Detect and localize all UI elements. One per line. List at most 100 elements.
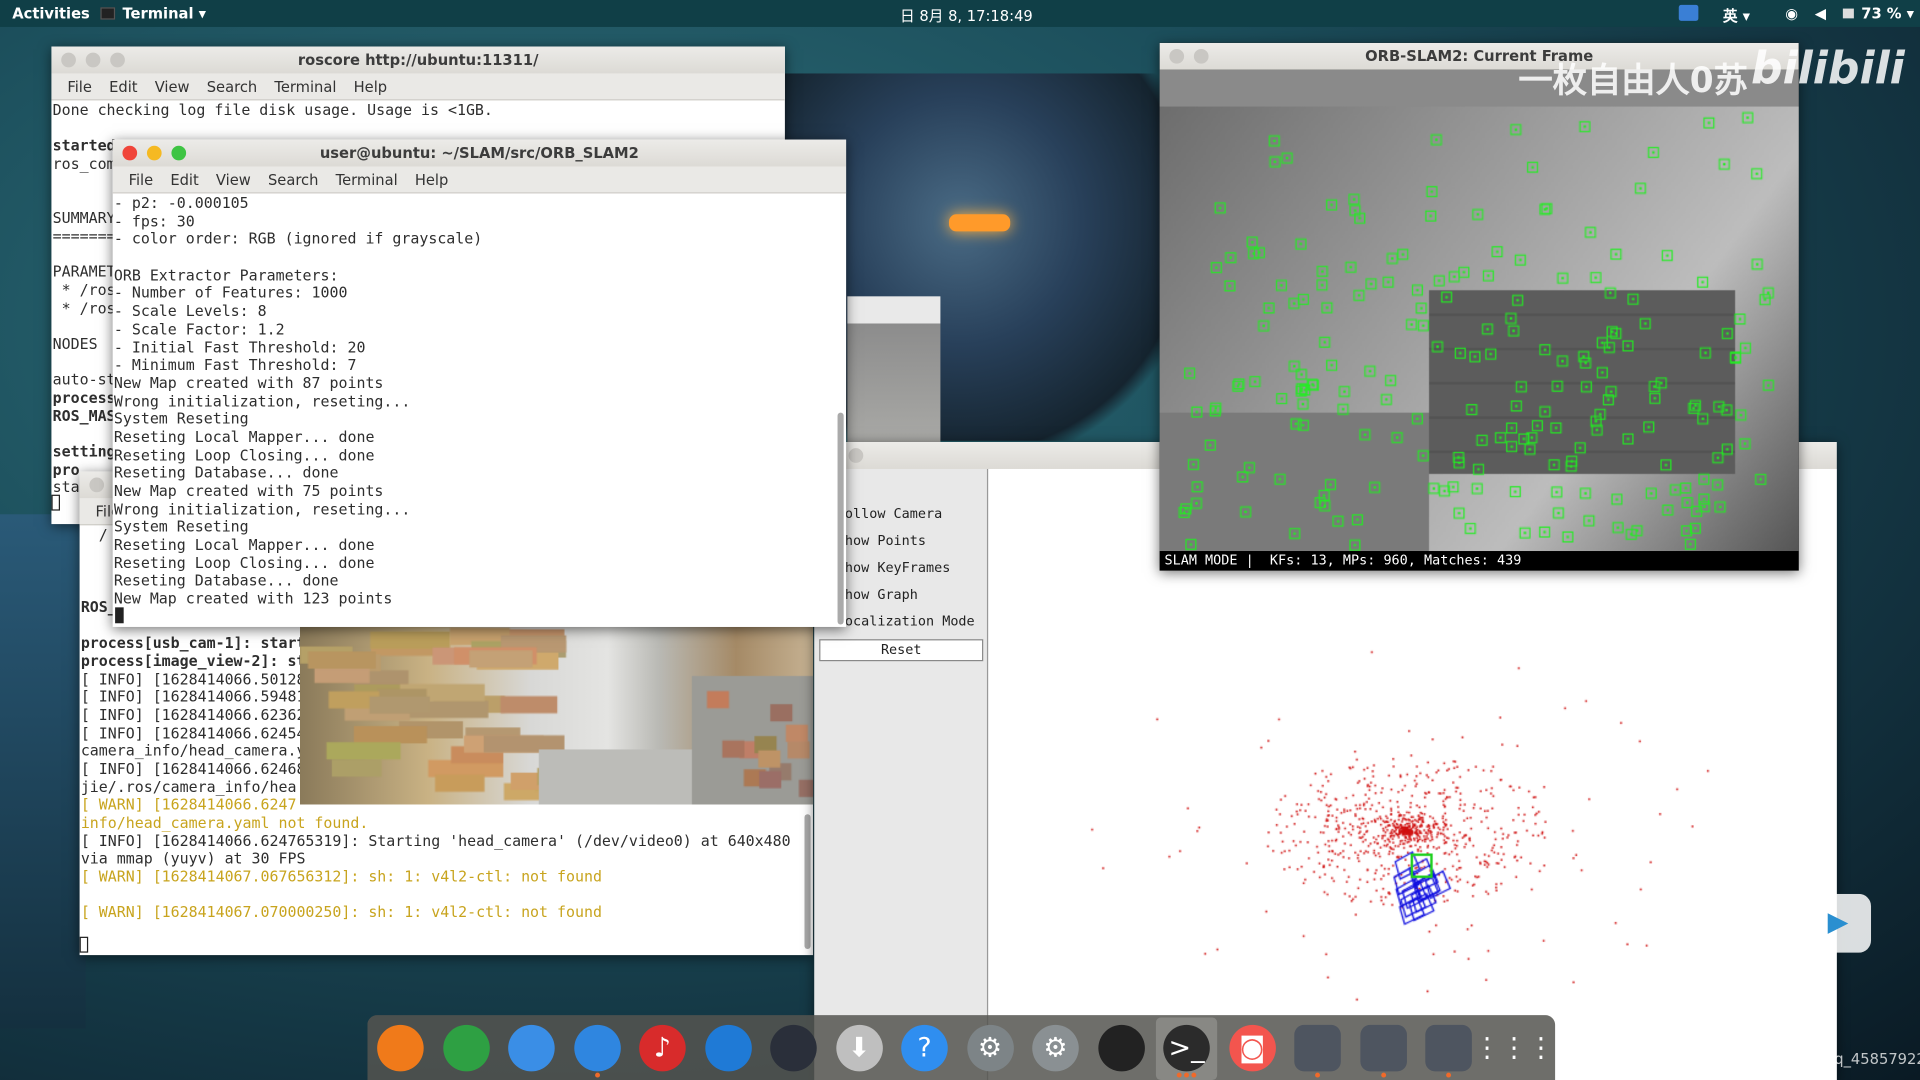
close-button[interactable] — [89, 477, 105, 493]
running-indicator — [1380, 1072, 1386, 1078]
title-bar[interactable]: roscore http://ubuntu:11311/ — [51, 46, 785, 74]
terminal-line: New Map created with 87 points — [113, 374, 384, 392]
menu-bar: File Edit View Search Terminal Help — [112, 166, 847, 194]
scrollbar[interactable] — [804, 814, 811, 949]
orb-slam-terminal-window[interactable]: user@ubuntu: ~/SLAM/src/ORB_SLAM2 File Ed… — [112, 139, 847, 627]
menu-help[interactable]: Help — [406, 167, 457, 193]
terminal-line: System Reseting — [113, 518, 249, 536]
running-indicator — [1184, 1072, 1189, 1078]
video-player-icon[interactable]: ▶ — [1804, 893, 1872, 953]
title-bar[interactable]: user@ubuntu: ~/SLAM/src/ORB_SLAM2 — [112, 139, 847, 167]
menu-search[interactable]: Search — [259, 167, 327, 193]
terminal-line: Reseting Loop Closing... done — [113, 446, 375, 464]
terminal-line: - Scale Levels: 8 — [113, 302, 267, 320]
menu-view[interactable]: View — [146, 73, 198, 99]
music-icon[interactable]: ♪ — [639, 1024, 686, 1072]
volume-icon[interactable]: ◀ — [1815, 5, 1826, 22]
running-indicator — [1191, 1072, 1197, 1078]
terminal-line: - p2: -0.000105 — [113, 194, 249, 212]
system-monitor-icon[interactable] — [1097, 1024, 1145, 1072]
menu-terminal[interactable]: Terminal — [327, 167, 406, 193]
reset-button[interactable]: Reset — [819, 639, 984, 662]
close-button[interactable] — [122, 145, 138, 161]
finder-icon[interactable] — [573, 1024, 621, 1072]
input-method-menu[interactable]: 英 ▾ — [1723, 5, 1750, 26]
panel-checkbox-0[interactable]: ollow Camera — [845, 506, 942, 522]
panel-checkbox-4[interactable]: ocalization Mode — [845, 613, 975, 629]
terminal-line: New Map created with 123 points — [113, 590, 393, 608]
terminal-line: [ WARN] [1628414067.070000250]: sh: 1: v… — [80, 904, 602, 922]
maximize-button[interactable] — [171, 145, 187, 161]
terminal-line: - fps: 30 — [113, 212, 195, 230]
menu-bar: File Edit View Search Terminal Help — [51, 73, 785, 101]
minimize-button[interactable] — [1193, 48, 1209, 64]
vscode-icon[interactable] — [770, 1024, 817, 1072]
menu-terminal[interactable]: Terminal — [266, 73, 345, 99]
wallpaper-city — [0, 514, 86, 1029]
scrollbar[interactable] — [837, 412, 844, 625]
menu-file[interactable]: File — [59, 73, 101, 99]
terminal-line: [ WARN] [1628414067.067656312]: sh: 1: v… — [80, 868, 602, 886]
watermark-text: 一枚自由人0苏 — [1518, 60, 1748, 101]
documents-icon[interactable] — [704, 1024, 752, 1072]
panel-checkbox-3[interactable]: how Graph — [845, 587, 918, 603]
panel-checkbox-1[interactable]: how Points — [845, 533, 926, 549]
menu-help[interactable]: Help — [345, 73, 396, 99]
terminal-line: - color order: RGB (ignored if grayscale… — [113, 230, 483, 248]
terminal-icon[interactable]: >_ — [1163, 1024, 1210, 1072]
menu-view[interactable]: View — [207, 167, 259, 193]
running-indicator — [1176, 1072, 1182, 1078]
panel-checkbox-2[interactable]: how KeyFrames — [845, 560, 950, 576]
background-window — [847, 296, 941, 444]
current-frame-window[interactable]: ORB-SLAM2: Current Frame SLAM MODE | KFs… — [1159, 42, 1799, 571]
maximize-button[interactable] — [110, 52, 125, 68]
running-indicator — [1446, 1072, 1452, 1078]
terminal-app-icon — [100, 7, 116, 20]
window-title: user@ubuntu: ~/SLAM/src/ORB_SLAM2 — [319, 144, 639, 162]
minimize-button[interactable] — [848, 448, 864, 463]
chrome-icon[interactable] — [442, 1024, 490, 1072]
window-icon[interactable] — [1359, 1024, 1407, 1072]
dock: ♪ ⬇? ⚙ ⚙ >_ ◙ ⋮⋮⋮ — [367, 1015, 1556, 1080]
network-icon[interactable]: ◉ — [1785, 5, 1798, 22]
app-menu[interactable]: Terminal ▾ — [122, 5, 206, 22]
window-icon[interactable] — [1425, 1024, 1472, 1072]
terminal-line: ORB Extractor Parameters: — [113, 266, 339, 284]
desktop: Activities Terminal ▾ 日 8月 8, 17:18:49 英… — [0, 0, 1920, 1080]
menu-file[interactable]: File — [120, 167, 162, 193]
terminal-line: Reseting Database... done — [113, 464, 339, 482]
terminal-line: Reseting Local Mapper... done — [113, 428, 375, 446]
terminal-line: - Minimum Fast Threshold: 7 — [113, 356, 357, 374]
system-settings-icon[interactable]: ⚙ — [966, 1024, 1014, 1072]
firefox-icon[interactable] — [377, 1024, 424, 1072]
battery-icon[interactable] — [1842, 8, 1854, 19]
thunderbird-icon[interactable] — [508, 1024, 555, 1072]
menu-search[interactable]: Search — [198, 73, 266, 99]
activities-button[interactable]: Activities — [12, 5, 90, 22]
installer-icon[interactable]: ⬇ — [835, 1024, 883, 1072]
terminal-cursor — [115, 607, 124, 624]
image-view-window[interactable] — [300, 626, 814, 805]
wallpaper-robot-eyes — [948, 214, 1011, 232]
current-frame-image — [1159, 69, 1799, 552]
menu-edit[interactable]: Edit — [162, 167, 208, 193]
close-button[interactable] — [1169, 48, 1185, 64]
gear-settings-icon[interactable]: ⚙ — [1032, 1024, 1079, 1072]
top-bar: Activities Terminal ▾ 日 8月 8, 17:18:49 英… — [0, 0, 1920, 27]
clock[interactable]: 日 8月 8, 17:18:49 — [900, 5, 1033, 26]
terminal-output[interactable]: - p2: -0.000105- fps: 30- color order: R… — [113, 193, 846, 626]
screen-share-icon[interactable] — [1678, 4, 1699, 21]
battery-menu[interactable]: 73 % ▾ — [1861, 5, 1914, 22]
menu-edit[interactable]: Edit — [101, 73, 147, 99]
app-grid-icon[interactable]: ⋮⋮⋮ — [1474, 1025, 1555, 1072]
terminal-line: - Initial Fast Threshold: 20 — [113, 338, 366, 356]
minimize-button[interactable] — [146, 145, 162, 161]
close-button[interactable] — [61, 52, 76, 68]
minimize-button[interactable] — [85, 52, 101, 68]
slam-status-bar: SLAM MODE | KFs: 13, MPs: 960, Matches: … — [1164, 552, 1522, 569]
window-title: roscore http://ubuntu:11311/ — [297, 51, 539, 69]
screenshot-icon[interactable]: ◙ — [1228, 1024, 1276, 1072]
window-icon[interactable] — [1294, 1024, 1341, 1072]
help-icon[interactable]: ? — [901, 1024, 948, 1072]
